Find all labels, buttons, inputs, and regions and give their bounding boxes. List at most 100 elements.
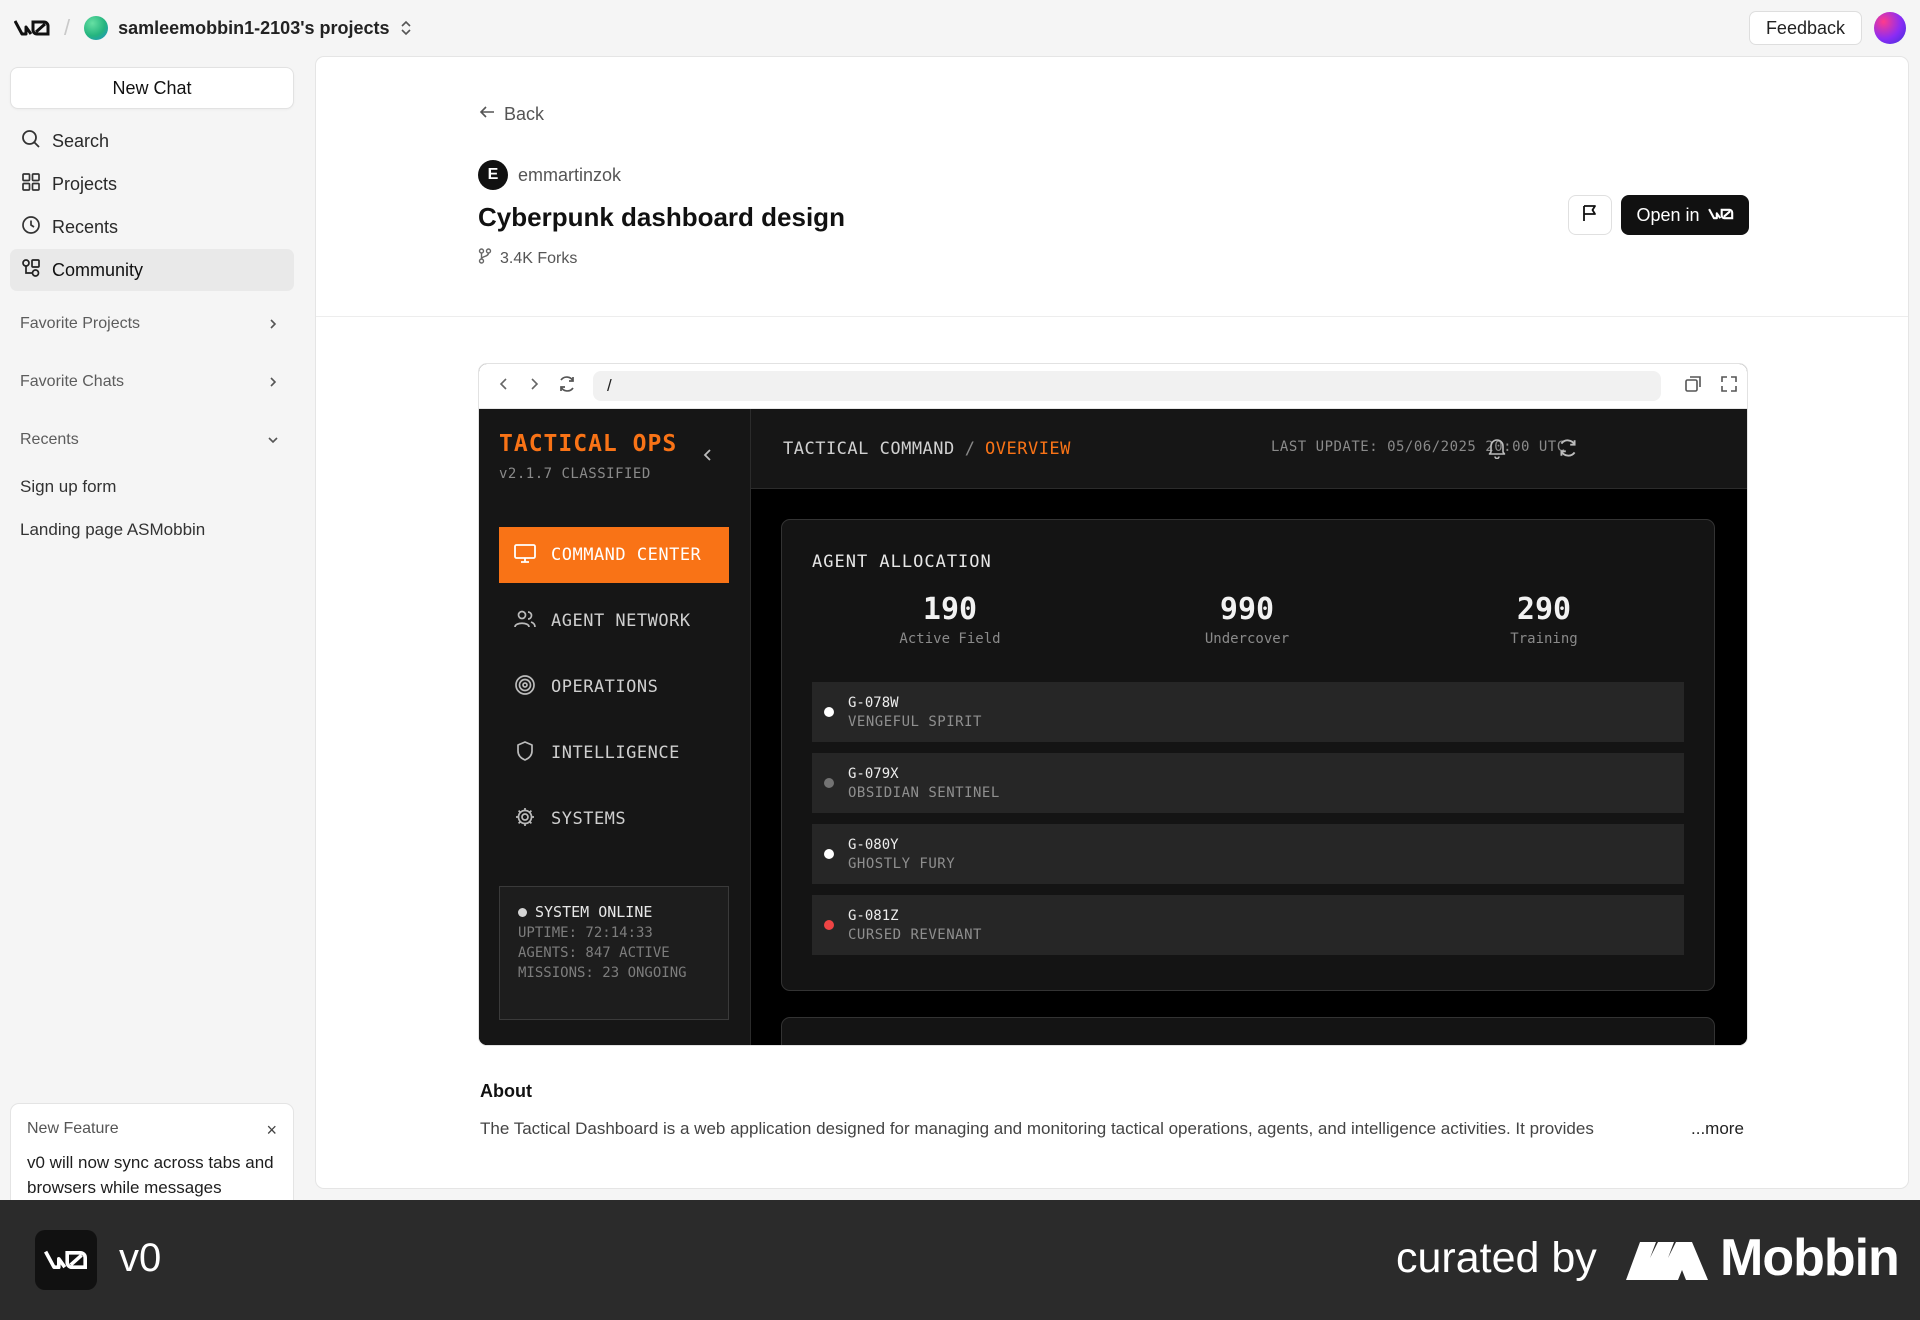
- footer-app-name: v0: [119, 1236, 162, 1280]
- chevron-left-icon[interactable]: [701, 447, 715, 467]
- agent-status-dot: [824, 707, 834, 717]
- v0-logo-icon: [1707, 205, 1734, 226]
- app-breadcrumb-root[interactable]: TACTICAL COMMAND: [783, 439, 955, 459]
- preview-url-input[interactable]: /: [593, 371, 1661, 401]
- agent-name: VENGEFUL SPIRIT: [848, 713, 982, 730]
- app-nav-label: AGENT NETWORK: [551, 611, 691, 631]
- mobbin-brand: Mobbin: [1720, 1229, 1900, 1287]
- sidebar-item-search[interactable]: Search: [10, 120, 294, 162]
- app-nav-label: COMMAND CENTER: [551, 545, 702, 565]
- recent-chat-item[interactable]: Sign up form: [20, 477, 116, 497]
- about-more-link[interactable]: ...more: [1691, 1119, 1744, 1139]
- shield-icon: [513, 740, 537, 767]
- flag-icon: [1580, 203, 1600, 228]
- status-title: SYSTEM ONLINE: [535, 903, 653, 921]
- app-breadcrumb-separator: /: [964, 438, 976, 459]
- users-icon: [513, 608, 537, 635]
- section-label: Favorite Projects: [20, 315, 141, 332]
- app-sidebar: TACTICAL OPS v2.1.7 CLASSIFIED COMMAND C…: [479, 409, 751, 1045]
- app-header: TACTICAL COMMAND / OVERVIEW LAST UPDATE:…: [751, 409, 1747, 489]
- author-row[interactable]: E emmartinzok: [478, 160, 621, 190]
- agent-status-dot: [824, 778, 834, 788]
- bell-icon[interactable]: [1487, 437, 1507, 463]
- recents-toggle[interactable]: Recents: [10, 420, 294, 460]
- agent-row[interactable]: G-079X OBSIDIAN SENTINEL: [812, 753, 1684, 813]
- forks-label: 3.4K Forks: [500, 249, 578, 267]
- page-title: Cyberpunk dashboard design: [478, 202, 845, 232]
- refresh-icon[interactable]: [1557, 437, 1579, 463]
- stat-value: 190: [922, 592, 978, 627]
- system-status-panel: SYSTEM ONLINE UPTIME: 72:14:33 AGENTS: 8…: [499, 886, 729, 1020]
- target-icon: [513, 674, 537, 701]
- agent-name: OBSIDIAN SENTINEL: [848, 784, 1000, 801]
- app-nav-operations[interactable]: OPERATIONS: [499, 659, 729, 715]
- preview-browser-bar: /: [479, 364, 1747, 409]
- back-link[interactable]: Back: [478, 104, 544, 125]
- sidebar-item-label: Recents: [52, 216, 119, 237]
- open-new-window-icon[interactable]: [1683, 374, 1703, 399]
- chevron-right-icon: [266, 317, 280, 331]
- header-divider: [316, 316, 1908, 317]
- about-text: The Tactical Dashboard is a web applicat…: [480, 1119, 1594, 1138]
- sidebar-nav: Search Projects Recents Community: [10, 120, 294, 292]
- app-nav-systems[interactable]: SYSTEMS: [499, 791, 729, 847]
- search-icon: [20, 128, 42, 155]
- project-switcher[interactable]: samleemobbin1-2103's projects: [118, 18, 389, 39]
- about-heading: About: [480, 1081, 532, 1101]
- system-status-header: SYSTEM ONLINE: [518, 903, 710, 921]
- app-nav-label: OPERATIONS: [551, 677, 659, 697]
- app-nav-agent-network[interactable]: AGENT NETWORK: [499, 593, 729, 649]
- favorite-chats-toggle[interactable]: Favorite Chats: [10, 362, 294, 402]
- community-icon: [20, 257, 42, 284]
- agent-allocation-card: AGENT ALLOCATION 190 Active Field 990 Un…: [781, 519, 1715, 991]
- arrow-left-icon: [478, 104, 496, 125]
- stat-value: 990: [1219, 592, 1275, 627]
- section-label: Favorite Chats: [20, 373, 125, 390]
- mobbin-logo-icon: [1626, 1240, 1708, 1285]
- fork-icon: [478, 248, 492, 269]
- refresh-icon[interactable]: [557, 374, 577, 399]
- app-brand: TACTICAL OPS: [499, 431, 678, 457]
- sidebar-item-projects[interactable]: Projects: [10, 163, 294, 205]
- card-title: AGENT ALLOCATION: [812, 552, 992, 572]
- curated-by-text: curated by: [1396, 1234, 1597, 1282]
- chevron-up-down-icon[interactable]: [398, 19, 414, 37]
- gear-icon: [513, 806, 537, 833]
- feedback-button[interactable]: Feedback: [1748, 11, 1862, 45]
- preview-frame: / TACTICAL OPS v2.1.7 CLASSIFIED COMMAND…: [478, 363, 1748, 1046]
- next-card-peek: [781, 1017, 1715, 1045]
- app-version: v2.1.7 CLASSIFIED: [499, 466, 651, 482]
- fullscreen-icon[interactable]: [1719, 374, 1739, 399]
- sidebar-item-label: Community: [52, 259, 144, 280]
- close-icon[interactable]: ×: [266, 1120, 277, 1141]
- favorite-projects-toggle[interactable]: Favorite Projects: [10, 304, 294, 344]
- tactical-app: TACTICAL OPS v2.1.7 CLASSIFIED COMMAND C…: [479, 409, 1747, 1045]
- agent-id: G-079X: [848, 765, 899, 782]
- recent-chat-item[interactable]: Landing page ASMobbin: [20, 520, 205, 540]
- uptime-text: UPTIME: 72:14:33: [518, 925, 653, 941]
- app-nav-command-center[interactable]: COMMAND CENTER: [499, 527, 729, 583]
- sidebar-item-community[interactable]: Community: [10, 249, 294, 291]
- agent-row[interactable]: G-078W VENGEFUL SPIRIT: [812, 682, 1684, 742]
- open-in-label: Open in: [1636, 204, 1700, 225]
- agents-text: AGENTS: 847 ACTIVE: [518, 945, 670, 961]
- open-in-v0-button[interactable]: Open in: [1621, 195, 1749, 235]
- agent-row[interactable]: G-081Z CURSED REVENANT: [812, 895, 1684, 955]
- app-nav: COMMAND CENTER AGENT NETWORK OPERATIONS …: [499, 527, 729, 857]
- avatar[interactable]: [1874, 12, 1906, 44]
- report-button[interactable]: [1568, 195, 1612, 235]
- v0-logo-icon[interactable]: [14, 18, 50, 38]
- new-chat-button[interactable]: New Chat: [10, 67, 294, 109]
- agent-id: G-080Y: [848, 836, 899, 853]
- app-breadcrumb-current: OVERVIEW: [985, 438, 1071, 459]
- chevron-left-icon[interactable]: [497, 376, 511, 397]
- status-indicator: [518, 907, 527, 917]
- agent-row[interactable]: G-080Y GHOSTLY FURY: [812, 824, 1684, 884]
- main-panel: Back E emmartinzok Cyberpunk dashboard d…: [315, 56, 1909, 1189]
- chevron-right-icon[interactable]: [527, 376, 541, 397]
- app-nav-intelligence[interactable]: INTELLIGENCE: [499, 725, 729, 781]
- forks-count: 3.4K Forks: [478, 248, 577, 269]
- agent-id: G-081Z: [848, 907, 899, 924]
- sidebar-item-recents[interactable]: Recents: [10, 206, 294, 248]
- feature-card-title: New Feature: [27, 1120, 119, 1137]
